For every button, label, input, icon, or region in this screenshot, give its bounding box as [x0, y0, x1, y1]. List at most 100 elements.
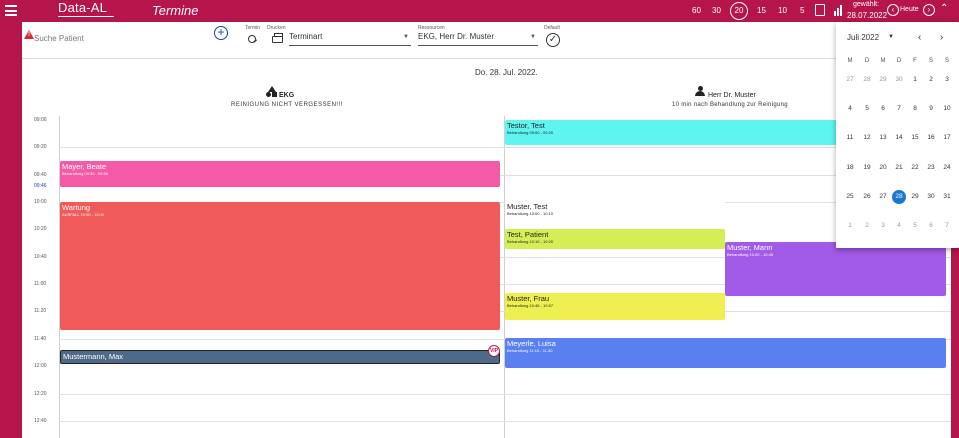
calendar-day[interactable]: 7: [892, 102, 906, 116]
appointment-title: Meyerle, Luisa: [507, 339, 556, 348]
time-label: 10:40: [34, 254, 47, 260]
resource-name-ekg: EKG: [279, 92, 295, 99]
calendar-day[interactable]: 3: [876, 219, 890, 233]
appointment-muster-mann[interactable]: Muster, Mann Behandlung 10:20 - 10:45: [725, 242, 946, 296]
next-month-icon[interactable]: ›: [940, 32, 943, 43]
calendar-icon[interactable]: [815, 4, 825, 16]
weekday-header: M: [880, 58, 886, 64]
zoom-option-10[interactable]: 10: [778, 6, 787, 15]
weekday-header: F: [913, 58, 917, 64]
zoom-option-15[interactable]: 15: [757, 6, 766, 15]
selected-day[interactable]: 28: [892, 190, 906, 204]
time-label: 10:00: [34, 199, 47, 205]
calendar-day[interactable]: 10: [940, 102, 954, 116]
weekday-header: S: [928, 58, 933, 64]
date-heading: Do. 28. Jul. 2022.: [475, 68, 538, 77]
calendar-day[interactable]: 4: [892, 219, 906, 233]
calendar-day[interactable]: 7: [940, 219, 954, 233]
current-time-label: 09:46: [34, 183, 47, 189]
appointment-wartung[interactable]: Wartung AUSFALL 10:00 - 11:00: [60, 202, 500, 330]
zoom-option-5[interactable]: 5: [800, 6, 804, 15]
calendar-day[interactable]: 1: [843, 219, 857, 233]
time-label: 11:00: [34, 281, 47, 287]
grid-column-divider: [504, 116, 505, 438]
calendar-day[interactable]: 5: [860, 102, 874, 116]
calendar-day[interactable]: 3: [940, 73, 954, 87]
weekday-header: M: [847, 58, 853, 64]
calendar-day[interactable]: 23: [924, 161, 938, 175]
time-label: 09:00: [34, 117, 47, 123]
default-check-icon[interactable]: ✓: [546, 33, 560, 47]
today-button[interactable]: Heute: [900, 6, 919, 13]
add-appointment-button[interactable]: +: [214, 26, 228, 40]
calendar-day[interactable]: 1: [908, 73, 922, 87]
patient-search-input[interactable]: Suche Patient: [34, 34, 84, 43]
next-day-icon[interactable]: ›: [923, 4, 935, 16]
prev-day-icon[interactable]: ‹: [887, 4, 899, 16]
print-icon[interactable]: [272, 33, 283, 43]
ressourcen-select[interactable]: EKG, Herr Dr. Muster ▼: [418, 32, 538, 46]
calendar-day[interactable]: 22: [908, 161, 922, 175]
calendar-day[interactable]: 28: [860, 73, 874, 87]
termin-label: Termin: [245, 25, 261, 31]
zoom-option-20-selected[interactable]: 20: [730, 2, 748, 20]
menu-icon[interactable]: [5, 5, 17, 16]
calendar-day[interactable]: 19: [860, 161, 874, 175]
appointment-muster-test[interactable]: Muster, Test Behandlung 10:00 - 10:10: [505, 201, 725, 227]
appointment-muster-frau[interactable]: Muster, Frau Behandlung 10:45 - 10:57: [505, 293, 725, 320]
calendar-day[interactable]: 31: [940, 190, 954, 204]
calendar-day[interactable]: 27: [843, 73, 857, 87]
month-year-label[interactable]: Juli 2022: [847, 33, 879, 42]
statistics-icon[interactable]: [834, 5, 843, 16]
calendar-day[interactable]: 29: [908, 190, 922, 204]
calendar-day[interactable]: 6: [876, 102, 890, 116]
calendar-day[interactable]: 14: [892, 131, 906, 145]
time-label: 12:20: [34, 391, 47, 397]
calendar-day[interactable]: 2: [924, 73, 938, 87]
appointment-mustermann-max[interactable]: Mustermann, Max: [60, 350, 500, 364]
calendar-day[interactable]: 13: [876, 131, 890, 145]
calendar-day[interactable]: 27: [876, 190, 890, 204]
calendar-day[interactable]: 12: [860, 131, 874, 145]
appointment-detail: AUSFALL 10:00 - 11:00: [62, 212, 104, 217]
calendar-day[interactable]: 20: [876, 161, 890, 175]
toolbar: ! Suche Patient + Termin Drucken Termina…: [22, 22, 951, 58]
calendar-day[interactable]: 24: [940, 161, 954, 175]
calendar-day[interactable]: 26: [860, 190, 874, 204]
calendar-day[interactable]: 18: [843, 161, 857, 175]
month-dropdown-icon[interactable]: ▼: [888, 34, 894, 40]
appointment-test-patient[interactable]: Test, Patient Behandlung 10:10 - 10:20: [505, 229, 725, 249]
calendar-day[interactable]: 21: [892, 161, 906, 175]
calendar-day[interactable]: 6: [924, 219, 938, 233]
left-frame: [0, 22, 22, 438]
calendar-day[interactable]: 30: [892, 73, 906, 87]
appointment-meyerle-luisa[interactable]: Meyerle, Luisa Behandlung 11:10 - 11:30: [505, 338, 946, 368]
selected-label: gewählt:: [853, 1, 880, 8]
calendar-day[interactable]: 4: [843, 102, 857, 116]
calendar-day[interactable]: 30: [924, 190, 938, 204]
appointment-title: Mayer, Beate: [62, 162, 107, 171]
calendar-day[interactable]: 8: [908, 102, 922, 116]
calendar-day[interactable]: 15: [908, 131, 922, 145]
calendar-day[interactable]: 25: [843, 190, 857, 204]
calendar-day[interactable]: 9: [924, 102, 938, 116]
calendar-day[interactable]: 11: [843, 131, 857, 145]
calendar-day[interactable]: 5: [908, 219, 922, 233]
chevron-up-icon[interactable]: ⌃: [940, 3, 948, 14]
zoom-option-30[interactable]: 30: [712, 6, 721, 15]
appointment-mayer-beate[interactable]: Mayer, Beate Behandlung 09:30 - 09:50: [60, 161, 500, 187]
zoom-option-60[interactable]: 60: [692, 6, 701, 15]
terminart-select[interactable]: Terminart ▼: [289, 32, 411, 46]
prev-month-icon[interactable]: ‹: [918, 32, 921, 43]
dropdown-arrow-icon: ▼: [530, 34, 536, 40]
calendar-day[interactable]: 29: [876, 73, 890, 87]
top-app-bar: Data-AL Termine 60 30 20 15 10 5 gewählt…: [0, 0, 959, 22]
resource-note-ekg: REINIGUNG NICHT VERGESSEN!!!: [231, 102, 343, 108]
calendar-day[interactable]: 17: [940, 131, 954, 145]
date-picker-popup: Juli 2022 ▼ ‹ › M D M D F S S 27 28 29 30 1 2 3 4 5 6 7 8 9…: [836, 22, 959, 248]
search-icon[interactable]: [248, 35, 256, 43]
calendar-day[interactable]: 16: [924, 131, 938, 145]
appointment-testor-test[interactable]: Testor, Test Behandlung 09:00 - 09:20: [505, 120, 855, 145]
time-label: 09:40: [34, 172, 47, 178]
calendar-day[interactable]: 2: [860, 219, 874, 233]
